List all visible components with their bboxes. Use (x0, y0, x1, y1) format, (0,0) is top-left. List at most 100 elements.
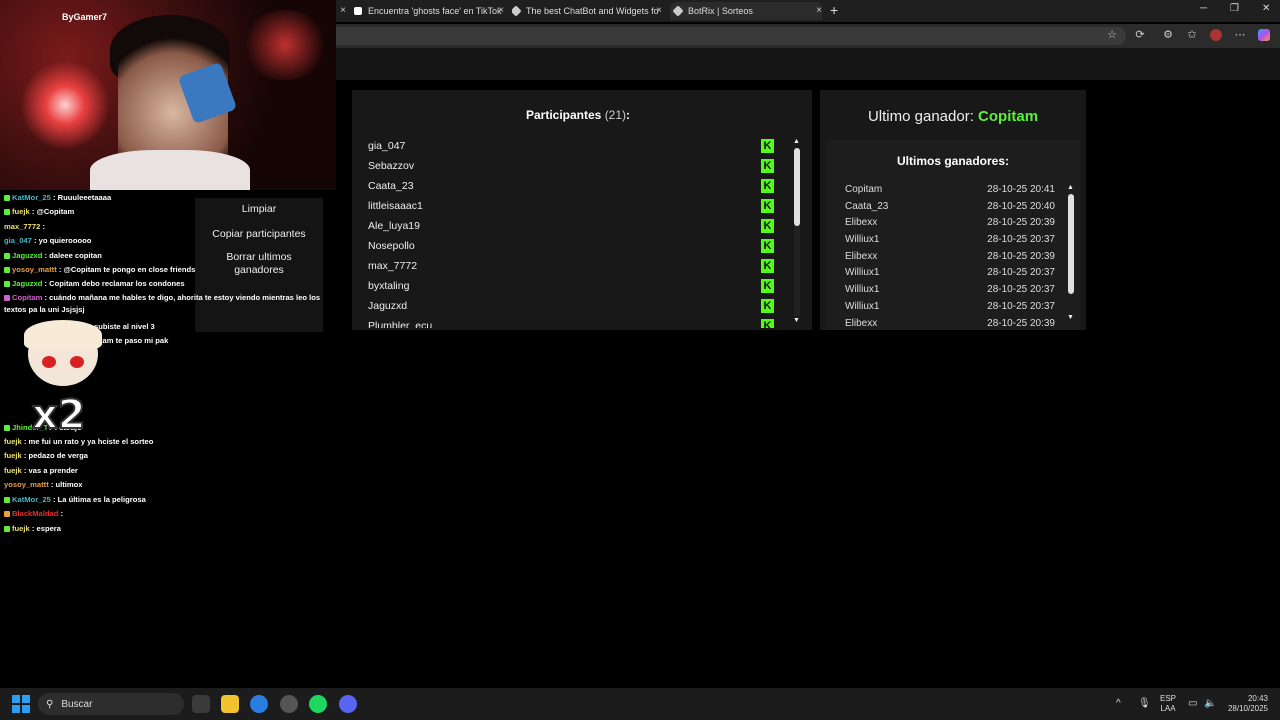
stream-logo-text: ByGamer7 (62, 12, 108, 22)
kick-platform-icon: K (761, 279, 774, 293)
tab-tiktok[interactable]: Encuentra 'ghosts face' en TikTok × (354, 2, 504, 20)
participant-name: Jaguzxd (368, 300, 408, 312)
taskbar-search[interactable]: ⚲ Buscar (38, 693, 184, 715)
tab-close-left[interactable]: × (336, 2, 346, 20)
system-clock[interactable]: 20:43 28/10/2025 (1222, 694, 1268, 714)
badge-icon (4, 281, 10, 288)
botrix-icon (512, 5, 522, 17)
badge-icon (4, 511, 10, 518)
winner-name: Williux1 (845, 234, 880, 246)
kick-platform-icon: K (761, 159, 774, 173)
volume-icon[interactable]: 🔈 (1204, 698, 1216, 709)
close-icon[interactable]: × (816, 5, 822, 16)
participant-name: littleisaaac1 (368, 200, 423, 212)
chevron-up-icon[interactable]: ^ (1116, 698, 1121, 709)
copilot-icon[interactable] (1258, 29, 1270, 41)
microphone-icon[interactable]: 🎙 (1138, 698, 1151, 709)
badge-icon (4, 267, 10, 274)
network-icon[interactable]: ▭ (1188, 698, 1197, 709)
last-winners-list: Copitam 28-10-25 20:41 Caata_23 28-10-25 2… (845, 184, 1055, 326)
winner-time: 28-10-25 20:37 (987, 284, 1055, 296)
task-view-icon[interactable] (192, 695, 210, 713)
spotify-icon[interactable] (309, 695, 327, 713)
table-row: Elibexx 28-10-25 20:39 (845, 318, 1055, 327)
favorites-icon[interactable]: ✩ (1186, 29, 1198, 41)
chat-text: : @Copitam te pongo en close friends (58, 265, 196, 275)
new-tab-button[interactable]: + (830, 2, 838, 18)
list-item: Jaguzxd K (368, 298, 778, 318)
close-window-button[interactable]: ✕ (1262, 3, 1270, 14)
ring-light (20, 60, 110, 150)
chat-message: fuejk : espera (4, 522, 324, 536)
kick-platform-icon: K (761, 319, 774, 328)
chat-user: Jaguzxd (12, 279, 43, 289)
tab-title: BotRix | Sorteos (688, 6, 753, 16)
table-row: Williux1 28-10-25 20:37 (845, 301, 1055, 318)
list-item: Caata_23 K (368, 178, 778, 198)
kick-platform-icon: K (761, 299, 774, 313)
winner-name: Williux1 (845, 267, 880, 279)
winners-scrollbar[interactable] (1068, 194, 1074, 314)
refresh-extension-icon[interactable]: ⟳ (1134, 29, 1146, 41)
scroll-up-icon[interactable]: ▲ (1067, 184, 1074, 191)
discord-icon[interactable] (339, 695, 357, 713)
winner-name: Elibexx (845, 250, 878, 262)
chat-user: gia_047 (4, 236, 32, 246)
close-icon[interactable]: × (340, 5, 346, 16)
edge-browser-icon[interactable] (250, 695, 268, 713)
participant-name: Sebazzov (368, 160, 415, 172)
last-winner: Ultimo ganador: Copitam (820, 108, 1086, 125)
table-row: Copitam 28-10-25 20:41 (845, 184, 1055, 201)
chat-user: fuejk (12, 207, 30, 217)
minimize-button[interactable]: ─ (1200, 3, 1207, 14)
page-top-nav (336, 48, 1280, 80)
tab-chatbot[interactable]: The best ChatBot and Widgets fo × (512, 2, 662, 20)
chat-message: BlackMaldad : (4, 507, 324, 521)
close-icon[interactable]: × (498, 5, 504, 16)
kick-platform-icon: K (761, 239, 774, 253)
favorite-star-icon[interactable]: ☆ (1106, 29, 1118, 41)
language-indicator[interactable]: ESP LAA (1160, 694, 1176, 714)
obs-icon[interactable] (280, 695, 298, 713)
participants-label: Participantes (525, 108, 602, 122)
scroll-down-icon[interactable]: ▼ (1067, 314, 1074, 321)
language-layout: LAA (1160, 704, 1176, 713)
list-item: byxtaling K (368, 278, 778, 298)
badge-icon (4, 195, 10, 201)
sticker-multiplier: x2 (31, 391, 87, 439)
profile-avatar-icon[interactable] (1210, 29, 1222, 41)
winner-time: 28-10-25 20:37 (987, 300, 1055, 312)
kick-platform-icon: K (761, 219, 774, 233)
language-code: ESP (1160, 694, 1177, 703)
badge-icon (4, 424, 10, 431)
scrollbar-thumb[interactable] (1068, 194, 1074, 294)
extension-icon[interactable]: ⚙ (1162, 29, 1174, 41)
chat-user: BlackMaldad (12, 509, 59, 519)
participants-list: gia_047 K Sebazzov K Caata_23 K littleisaaa… (368, 138, 778, 328)
winner-name: Copitam (845, 184, 883, 195)
winner-name: Elibexx (845, 317, 878, 327)
chat-message: Jaguzxd : daleee copitan (4, 249, 324, 263)
chat-text: : yo quierooooo (34, 236, 92, 246)
scroll-down-icon[interactable]: ▼ (793, 317, 800, 324)
chat-user: yosoy_mattt (12, 265, 57, 275)
badge-icon (4, 252, 10, 259)
scrollbar-thumb[interactable] (794, 148, 800, 226)
stream-logo: ByGamer7 (62, 12, 107, 22)
close-icon[interactable]: × (656, 5, 662, 16)
participant-name: Ale_luya19 (368, 220, 420, 232)
scroll-up-icon[interactable]: ▲ (793, 138, 800, 145)
botrix-icon (672, 5, 684, 17)
winner-time: 28-10-25 20:37 (987, 267, 1055, 279)
list-item: Plumbler_ecu K (368, 318, 778, 328)
address-bar[interactable] (336, 27, 1126, 45)
list-item: max_7772 K (368, 258, 778, 278)
chat-message: yosoy_mattt : ultimox (4, 478, 324, 492)
tab-botrix-sorteos[interactable]: BotRix | Sorteos × (670, 2, 822, 20)
file-explorer-icon[interactable] (221, 695, 239, 713)
participants-scrollbar[interactable] (794, 148, 800, 316)
restore-button[interactable]: ❐ (1230, 3, 1239, 14)
windows-start-icon[interactable] (12, 695, 30, 713)
more-menu-icon[interactable]: ⋯ (1234, 29, 1246, 41)
participant-name: gia_047 (368, 140, 406, 152)
